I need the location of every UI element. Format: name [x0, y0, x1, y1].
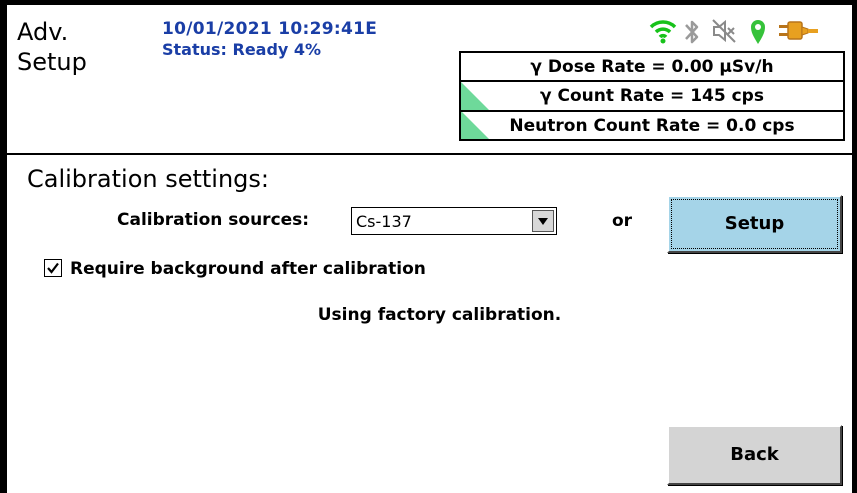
gamma-dose-rate-label: γ Dose Rate = 0.00 µSv/h: [530, 57, 774, 77]
calibration-sources-select[interactable]: Cs-137: [351, 207, 557, 235]
page-title-line-1: Adv.: [17, 18, 69, 46]
or-label: or: [612, 211, 633, 231]
page-title: Adv. Setup: [17, 17, 87, 77]
require-background-label[interactable]: Require background after calibration: [70, 259, 426, 279]
gamma-dose-rate-reading: γ Dose Rate = 0.00 µSv/h: [459, 51, 845, 81]
gamma-count-indicator: [461, 82, 489, 110]
gamma-count-rate-label: γ Count Rate = 145 cps: [540, 86, 764, 106]
chevron-down-icon[interactable]: [532, 210, 554, 232]
wifi-icon: [649, 18, 677, 48]
neutron-count-indicator: [461, 112, 489, 139]
bluetooth-icon: [683, 18, 701, 50]
require-background-checkbox[interactable]: [44, 259, 62, 277]
status-text: Status: Ready 4%: [162, 40, 322, 59]
neutron-count-rate-reading: Neutron Count Rate = 0.0 cps: [459, 111, 845, 141]
neutron-count-rate-label: Neutron Count Rate = 0.0 cps: [509, 116, 795, 136]
calibration-status-label: Using factory calibration.: [317, 305, 562, 325]
header-bar: Adv. Setup 10/01/2021 10:29:41E Status: …: [7, 5, 852, 155]
calibration-sources-label: Calibration sources:: [117, 210, 310, 230]
page-title-line-2: Setup: [17, 48, 87, 76]
calibration-sources-value: Cs-137: [356, 212, 412, 231]
back-button[interactable]: Back: [667, 425, 842, 485]
check-icon: [47, 262, 59, 274]
setup-button[interactable]: Setup: [667, 195, 842, 253]
readings-panel: γ Dose Rate = 0.00 µSv/h γ Count Rate = …: [459, 51, 845, 141]
location-pin-icon: [749, 18, 767, 50]
calibration-settings-title: Calibration settings:: [27, 165, 270, 193]
power-plug-icon: [779, 18, 819, 48]
gamma-count-rate-reading: γ Count Rate = 145 cps: [459, 81, 845, 111]
calibration-status-text: Using factory calibration.: [7, 305, 852, 325]
advanced-setup-screen: Adv. Setup 10/01/2021 10:29:41E Status: …: [7, 5, 852, 493]
speaker-muted-icon: [711, 18, 737, 48]
datetime-display: 10/01/2021 10:29:41E: [162, 19, 378, 39]
status-icons: [619, 18, 849, 46]
